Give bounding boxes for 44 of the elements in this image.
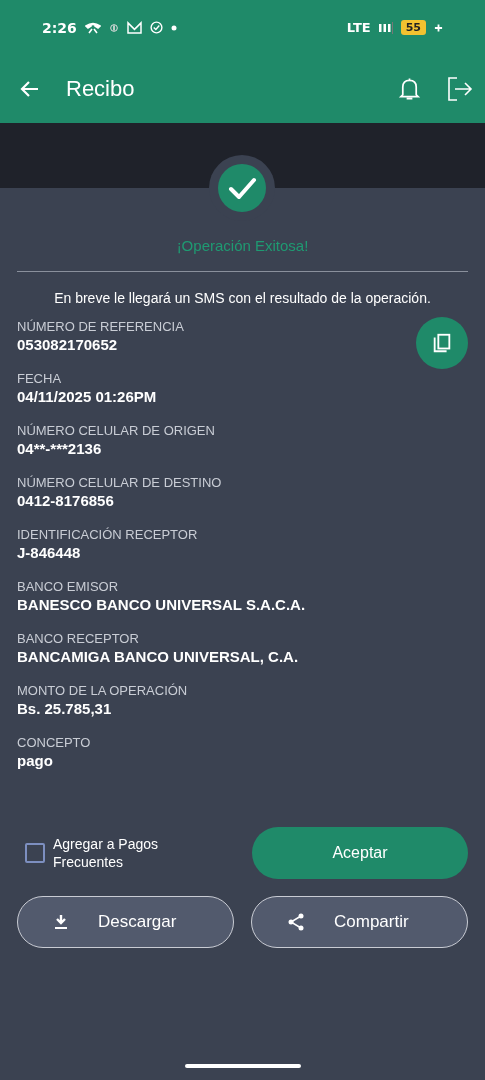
field-label: IDENTIFICACIÓN RECEPTOR xyxy=(17,527,199,542)
back-arrow-icon[interactable] xyxy=(20,79,40,99)
network-label: LTE xyxy=(346,20,371,35)
clock-time: 2:26 xyxy=(42,19,77,36)
field-value: Bs. 25.785,31 xyxy=(17,700,113,717)
field-value: 04/11/2025 01:26PM xyxy=(17,388,158,405)
checkbox-label: Agregar a Pagos Frecuentes xyxy=(53,835,160,871)
checkbox[interactable] xyxy=(25,843,45,863)
field-label: NÚMERO DE REFERENCIA xyxy=(17,319,185,334)
share-icon xyxy=(288,913,304,931)
screen-title: Recibo xyxy=(66,76,135,102)
field-label: FECHA xyxy=(17,371,63,386)
signal-icon xyxy=(378,21,393,34)
download-icon xyxy=(54,914,68,930)
battery-level: 55 xyxy=(400,20,426,35)
field-value: 053082170652 xyxy=(17,336,119,353)
field-value: J-846448 xyxy=(17,544,82,561)
field-value: BANCAMIGA BANCO UNIVERSAL, C.A. xyxy=(17,648,300,665)
dot-icon xyxy=(170,24,177,31)
call-icon xyxy=(84,21,101,34)
field-value: BANESCO BANCO UNIVERSAL S.A.C.A. xyxy=(17,596,307,613)
bell-icon[interactable] xyxy=(398,76,421,102)
success-title: ¡Operación Exitosa! xyxy=(175,237,310,254)
share-button[interactable]: Compartir xyxy=(251,896,468,948)
field-value: 04**-***2136 xyxy=(17,440,103,457)
logout-icon[interactable] xyxy=(447,76,473,102)
mail-icon xyxy=(126,21,142,34)
sms-notice: En breve le llegará un SMS con el resultado de la operación. xyxy=(53,290,432,306)
field-label: BANCO RECEPTOR xyxy=(17,631,140,646)
charging-icon xyxy=(434,22,443,33)
accept-button[interactable]: Aceptar xyxy=(252,827,468,879)
field-label: CONCEPTO xyxy=(17,735,92,750)
field-label: NÚMERO CELULAR DE ORIGEN xyxy=(17,423,216,438)
field-value: pago xyxy=(17,752,54,769)
copy-button[interactable] xyxy=(416,317,468,369)
download-button[interactable]: Descargar xyxy=(17,896,234,948)
field-label: BANCO EMISOR xyxy=(17,579,120,594)
field-label: MONTO DE LA OPERACIÓN xyxy=(17,683,189,698)
field-value: 0412-8176856 xyxy=(17,492,115,509)
success-check-icon xyxy=(217,163,267,213)
field-label: NÚMERO CELULAR DE DESTINO xyxy=(17,475,223,490)
copy-icon xyxy=(431,332,453,354)
notification-icon xyxy=(108,22,119,33)
check-circle-icon xyxy=(149,21,163,34)
